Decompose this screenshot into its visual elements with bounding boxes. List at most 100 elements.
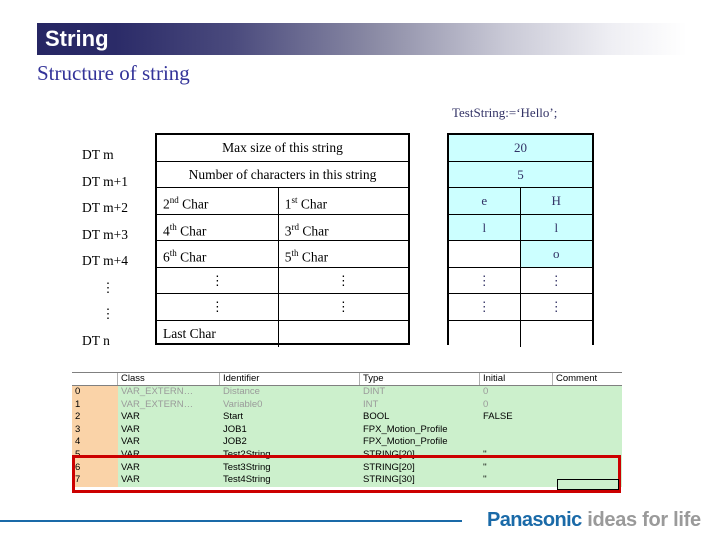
value-cell: l [520, 214, 592, 240]
value-cell: ⋮ [449, 267, 521, 293]
grid-data-row[interactable]: 2 VAR Start BOOL FALSE [72, 411, 622, 424]
grid-column-header[interactable] [72, 373, 118, 385]
string-structure-table: Max size of this string Number of charact… [155, 133, 410, 348]
grid-cell-type[interactable]: INT [360, 398, 480, 412]
grid-cell-identifier[interactable]: Test4String [220, 474, 360, 487]
structure-cell: ⋮ [157, 294, 279, 320]
grid-data-row[interactable]: 6 VAR Test3String STRING[20] '' [72, 461, 622, 475]
grid-cell-type[interactable]: FPX_Motion_Profile [360, 423, 480, 437]
grid-cell-num[interactable]: 5 [72, 448, 118, 462]
comment-edit-box[interactable] [557, 479, 619, 490]
grid-cell-type[interactable]: BOOL [360, 411, 480, 424]
grid-cell-comment[interactable] [553, 386, 622, 399]
grid-cell-initial[interactable] [480, 436, 553, 449]
dt-label: ⋮ [101, 279, 115, 295]
value-row: 20 [449, 135, 592, 162]
structure-cell: ⋮ [336, 272, 350, 288]
grid-cell-identifier[interactable]: JOB1 [220, 423, 360, 437]
grid-cell-num[interactable]: 7 [72, 474, 118, 487]
dt-label: DT m+3 [82, 226, 128, 242]
grid-cell-class[interactable]: VAR [118, 436, 220, 449]
footer-divider [0, 520, 462, 522]
grid-cell-identifier[interactable]: Test2String [220, 448, 360, 462]
structure-row: Max size of this string [157, 135, 408, 162]
grid-cell-initial[interactable]: 0 [480, 386, 553, 399]
structure-row: 2nd Char 1st Char [157, 188, 408, 215]
dt-label: ⋮ [101, 306, 115, 321]
grid-cell-type[interactable]: DINT [360, 386, 480, 399]
grid-cell-num[interactable]: 4 [72, 436, 118, 449]
dt-label: DT m+4 [82, 253, 128, 268]
value-cell [520, 320, 592, 347]
grid-cell-initial[interactable] [480, 423, 553, 437]
value-row: ⋮ ⋮ [449, 294, 592, 321]
grid-cell-initial[interactable]: 0 [480, 398, 553, 412]
grid-cell-class[interactable]: VAR_EXTERN… [118, 398, 220, 412]
structure-cell: 3rd Char [284, 221, 329, 239]
grid-cell-initial[interactable]: '' [480, 474, 553, 487]
grid-cell-class[interactable]: VAR [118, 423, 220, 437]
grid-cell-identifier[interactable]: Variable0 [220, 398, 360, 412]
value-cell: e [449, 188, 521, 214]
structure-cell: Max size of this string [222, 140, 343, 155]
grid-cell-identifier[interactable]: Test3String [220, 461, 360, 475]
grid-data-row[interactable]: 3 VAR JOB1 FPX_Motion_Profile [72, 423, 622, 437]
dt-label: DT m+1 [82, 173, 128, 189]
grid-cell-identifier[interactable]: Start [220, 411, 360, 424]
dt-label: DT m+2 [82, 200, 128, 215]
grid-column-header[interactable]: Type [360, 373, 480, 385]
grid-cell-initial[interactable]: '' [480, 461, 553, 475]
value-cell: ⋮ [520, 267, 592, 293]
grid-cell-comment[interactable] [553, 448, 622, 462]
grid-cell-comment[interactable] [553, 436, 622, 449]
string-value-table: 20 5 e Hl l o ⋮ ⋮ ⋮ ⋮ [447, 133, 594, 347]
grid-data-row[interactable]: 0 VAR_EXTERN… Distance DINT 0 [72, 386, 622, 399]
value-cell: ⋮ [449, 294, 521, 320]
grid-cell-comment[interactable] [553, 423, 622, 437]
grid-cell-initial[interactable]: '' [480, 448, 553, 462]
structure-cell: Number of characters in this string [188, 166, 377, 182]
grid-cell-comment[interactable] [553, 411, 622, 424]
grid-cell-class[interactable]: VAR_EXTERN… [118, 386, 220, 399]
structure-cell [279, 321, 408, 348]
grid-cell-num[interactable]: 2 [72, 411, 118, 424]
value-cell: 5 [449, 161, 592, 187]
grid-cell-num[interactable]: 3 [72, 423, 118, 437]
grid-column-header[interactable]: Comment [553, 373, 622, 385]
grid-column-header[interactable]: Identifier [220, 373, 360, 385]
grid-cell-comment[interactable] [553, 398, 622, 412]
structure-cell: 1st Char [284, 195, 328, 212]
grid-cell-class[interactable]: VAR [118, 411, 220, 424]
value-row: o [449, 241, 592, 268]
grid-data-row[interactable]: 5 VAR Test2String STRING[20] '' [72, 448, 622, 462]
variable-declaration-grid[interactable]: Class Identifier Type Initial Comment 0 VAR_EX… [72, 372, 622, 492]
structure-cell: 2nd Char [157, 188, 279, 214]
grid-data-row[interactable]: 4 VAR JOB2 FPX_Motion_Profile [72, 436, 622, 449]
grid-cell-num[interactable]: 6 [72, 461, 118, 475]
grid-cell-type[interactable]: STRING[20] [360, 448, 480, 462]
grid-column-header[interactable]: Class [118, 373, 220, 385]
value-row [449, 320, 592, 347]
grid-column-header[interactable]: Initial [480, 373, 553, 385]
grid-cell-type[interactable]: FPX_Motion_Profile [360, 436, 480, 449]
grid-cell-initial[interactable]: FALSE [480, 411, 553, 424]
value-row: ll [449, 214, 592, 241]
structure-row: Last Char [157, 320, 408, 348]
value-cell [449, 320, 521, 347]
grid-cell-class[interactable]: VAR [118, 474, 220, 487]
grid-cell-identifier[interactable]: Distance [220, 386, 360, 399]
grid-cell-class[interactable]: VAR [118, 461, 220, 475]
grid-cell-class[interactable]: VAR [118, 448, 220, 462]
grid-data-row[interactable]: 7 VAR Test4String STRING[30] '' [72, 474, 622, 487]
page-subtitle: Structure of string [37, 61, 190, 85]
grid-data-row[interactable]: 1 VAR_EXTERN… Variable0 INT 0 [72, 398, 622, 412]
structure-cell: 6th Char [157, 241, 279, 267]
grid-cell-identifier[interactable]: JOB2 [220, 436, 360, 449]
value-cell: o [520, 241, 592, 267]
grid-cell-comment[interactable] [553, 461, 622, 475]
grid-cell-num[interactable]: 0 [72, 386, 118, 399]
grid-cell-type[interactable]: STRING[30] [360, 474, 480, 487]
structure-cell: 5th Char [284, 248, 329, 265]
grid-cell-num[interactable]: 1 [72, 398, 118, 412]
grid-cell-type[interactable]: STRING[20] [360, 461, 480, 475]
